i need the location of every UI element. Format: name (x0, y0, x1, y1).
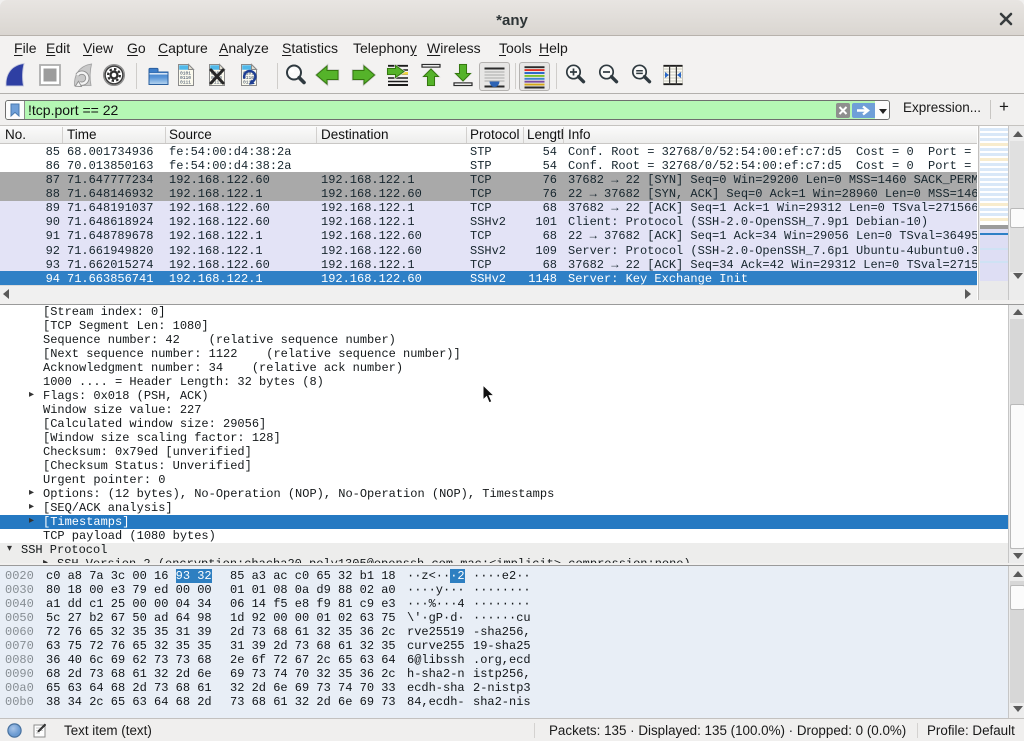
svg-text:0111: 0111 (180, 80, 191, 86)
